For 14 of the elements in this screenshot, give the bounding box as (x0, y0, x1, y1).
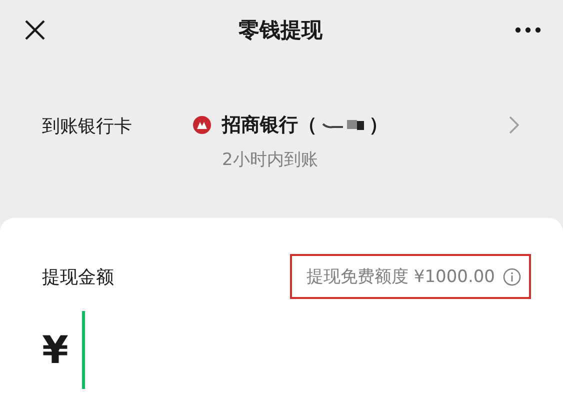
chevron-right-icon[interactable] (509, 116, 519, 134)
bank-name-suffix: ） (369, 113, 388, 138)
bank-name[interactable]: 招商银行（ (222, 112, 317, 138)
more-button[interactable] (515, 27, 541, 33)
arrival-time: 2小时内到账 (222, 149, 319, 171)
amount-input-cursor[interactable] (82, 311, 86, 389)
bank-card-label: 到账银行卡 (42, 115, 133, 139)
bank-logo-icon (192, 115, 212, 135)
free-quota-text: 提现免费额度 ¥1000.00 (306, 266, 495, 288)
currency-symbol: ¥ (42, 328, 68, 372)
info-icon[interactable] (503, 268, 521, 286)
close-button[interactable] (24, 19, 46, 41)
amount-label: 提现金额 (42, 266, 114, 288)
page-title: 零钱提现 (238, 17, 322, 44)
